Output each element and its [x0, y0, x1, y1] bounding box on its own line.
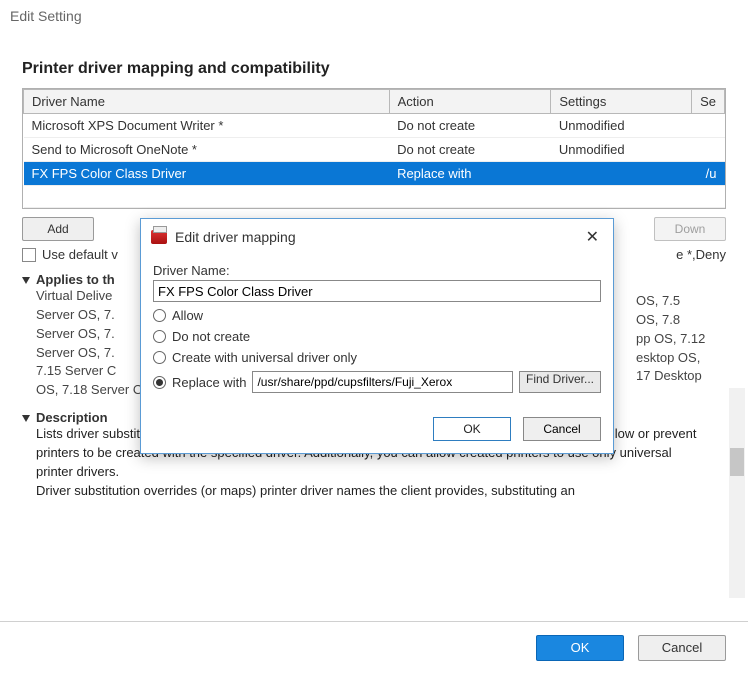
- radio-do-not-create-label: Do not create: [172, 329, 250, 344]
- col-header-action[interactable]: Action: [389, 90, 551, 114]
- replace-path-input[interactable]: [252, 371, 513, 393]
- scrollbar-thumb[interactable]: [730, 448, 744, 476]
- cell-driver: Microsoft XPS Document Writer *: [24, 114, 390, 138]
- add-button[interactable]: Add: [22, 217, 94, 241]
- edit-driver-mapping-dialog: Edit driver mapping ✕ Driver Name: Allow…: [140, 218, 614, 454]
- radio-replace-with-label: Replace with: [172, 375, 246, 390]
- dialog-title: Edit driver mapping: [175, 229, 296, 245]
- applies-to-heading: Applies to th: [36, 272, 115, 287]
- applies-right: esktop OS,: [636, 349, 726, 368]
- dialog-cancel-button[interactable]: Cancel: [523, 417, 601, 441]
- cell-se: [692, 138, 725, 162]
- applies-right: OS, 7.8: [636, 311, 726, 330]
- cell-action: Do not create: [389, 138, 551, 162]
- radio-universal-only[interactable]: [153, 351, 166, 364]
- use-default-label-left: Use default v: [42, 247, 118, 262]
- cell-settings: Unmodified: [551, 114, 692, 138]
- radio-replace-with[interactable]: [153, 376, 166, 389]
- dialog-ok-button[interactable]: OK: [433, 417, 511, 441]
- col-header-settings[interactable]: Settings: [551, 90, 692, 114]
- chevron-down-icon[interactable]: [22, 415, 30, 422]
- cell-driver: Send to Microsoft OneNote *: [24, 138, 390, 162]
- driver-name-label: Driver Name:: [153, 263, 601, 278]
- description-text: Driver substitution overrides (or maps) …: [36, 483, 575, 498]
- cell-settings: Unmodified: [551, 138, 692, 162]
- col-header-driver[interactable]: Driver Name: [24, 90, 390, 114]
- table-row[interactable]: Send to Microsoft OneNote * Do not creat…: [24, 138, 725, 162]
- use-default-label-right: e *,Deny: [676, 247, 726, 262]
- printer-icon: [151, 230, 167, 244]
- footer: OK Cancel: [0, 621, 748, 673]
- table-row[interactable]: Microsoft XPS Document Writer * Do not c…: [24, 114, 725, 138]
- col-header-se[interactable]: Se: [692, 90, 725, 114]
- cancel-button[interactable]: Cancel: [638, 635, 726, 661]
- scrollbar[interactable]: [729, 388, 745, 598]
- radio-do-not-create[interactable]: [153, 330, 166, 343]
- use-default-checkbox[interactable]: [22, 248, 36, 262]
- find-driver-button[interactable]: Find Driver...: [519, 371, 601, 393]
- driver-name-input[interactable]: [153, 280, 601, 302]
- radio-allow-label: Allow: [172, 308, 203, 323]
- cell-se: /u: [692, 162, 725, 186]
- table-row-empty: [24, 186, 725, 208]
- cell-se: [692, 114, 725, 138]
- cell-action: Replace with: [389, 162, 551, 186]
- cell-settings: [551, 162, 692, 186]
- section-title: Printer driver mapping and compatibility: [22, 60, 726, 78]
- ok-button[interactable]: OK: [536, 635, 624, 661]
- chevron-down-icon[interactable]: [22, 277, 30, 284]
- driver-table: Driver Name Action Settings Se Microsoft…: [22, 88, 726, 209]
- radio-universal-only-label: Create with universal driver only: [172, 350, 357, 365]
- applies-right: pp OS, 7.12: [636, 330, 726, 349]
- cell-driver: FX FPS Color Class Driver: [24, 162, 390, 186]
- radio-allow[interactable]: [153, 309, 166, 322]
- table-row-selected[interactable]: FX FPS Color Class Driver Replace with /…: [24, 162, 725, 186]
- down-button: Down: [654, 217, 726, 241]
- close-icon[interactable]: ✕: [582, 227, 603, 247]
- window-title: Edit Setting: [0, 0, 748, 28]
- description-heading: Description: [36, 410, 108, 425]
- applies-right: OS, 7.5: [636, 292, 726, 311]
- cell-action: Do not create: [389, 114, 551, 138]
- applies-right: 17 Desktop: [636, 367, 726, 386]
